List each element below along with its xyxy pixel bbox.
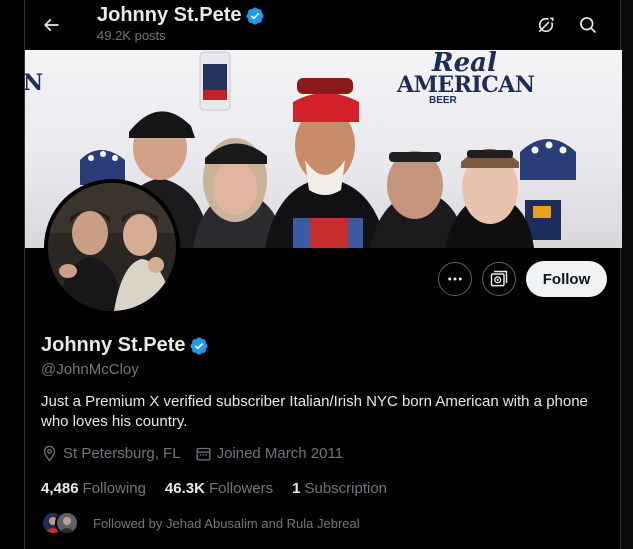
search-icon xyxy=(580,17,597,34)
header-post-count: 49.2K posts xyxy=(97,28,166,43)
banner-beer-text: BEER xyxy=(429,95,457,106)
page-left-gutter xyxy=(0,0,24,549)
verified-badge-icon[interactable] xyxy=(189,336,209,356)
location-item: St Petersburg, FL xyxy=(41,445,181,462)
follower-avatar xyxy=(55,511,79,535)
banner-edge-text: N xyxy=(25,70,44,96)
profile-name-row: Johnny St.Pete xyxy=(41,334,209,357)
subscribe-button[interactable] xyxy=(482,262,516,296)
search-button[interactable] xyxy=(570,7,606,43)
location-text: St Petersburg, FL xyxy=(63,445,181,462)
header-title-block: Johnny St.Pete 49.2K posts xyxy=(97,4,265,43)
followers-label: Followers xyxy=(208,480,274,497)
profile-name: Johnny St.Pete xyxy=(41,334,186,356)
location-pin-icon xyxy=(43,445,56,462)
follow-button[interactable]: Follow xyxy=(526,261,607,297)
grok-icon xyxy=(538,17,554,33)
grok-button[interactable] xyxy=(528,7,564,43)
verified-badge-icon xyxy=(246,6,265,25)
joined-item: Joined March 2011 xyxy=(195,445,343,462)
profile-avatar[interactable] xyxy=(44,179,180,315)
followed-by-avatars xyxy=(41,511,85,535)
back-button[interactable] xyxy=(33,7,69,43)
subscriptions-link[interactable]: 1 Subscription xyxy=(292,480,387,497)
followed-by-text: Followed by Jehad Abusalim and Rula Jebr… xyxy=(93,515,360,531)
followers-link[interactable]: 46.3K Followers xyxy=(165,480,273,497)
joined-text: Joined March 2011 xyxy=(216,445,344,462)
profile-header-bar: Johnny St.Pete 49.2K posts xyxy=(25,0,620,50)
following-label: Following xyxy=(82,480,146,497)
banner-american-text: AMERICAN xyxy=(397,72,535,98)
page-right-scroll-area xyxy=(621,0,633,549)
more-icon xyxy=(448,277,462,281)
followed-by-row[interactable]: Followed by Jehad Abusalim and Rula Jebr… xyxy=(41,511,360,535)
subscriptions-label: Subscription xyxy=(304,480,388,497)
more-options-button[interactable] xyxy=(438,262,472,296)
back-arrow-icon xyxy=(43,18,59,32)
profile-stats-row: 4,486 Following 46.3K Followers 1 Subscr… xyxy=(41,480,406,497)
profile-handle: @JohnMcCloy xyxy=(41,361,139,378)
header-name: Johnny St.Pete xyxy=(97,4,242,26)
avatar-photo xyxy=(48,183,176,311)
profile-meta-row: St Petersburg, FL Joined March 2011 xyxy=(41,445,357,462)
calendar-icon xyxy=(196,447,211,461)
profile-column: Johnny St.Pete 49.2K posts Real AMERICAN… xyxy=(24,0,622,549)
following-link[interactable]: 4,486 Following xyxy=(41,480,146,497)
subscribe-icon xyxy=(490,270,508,287)
followers-count: 46.3K xyxy=(164,480,205,497)
following-count: 4,486 xyxy=(41,480,79,497)
subscriptions-count: 1 xyxy=(292,480,301,497)
profile-bio: Just a Premium X verified subscriber Ita… xyxy=(41,393,588,430)
